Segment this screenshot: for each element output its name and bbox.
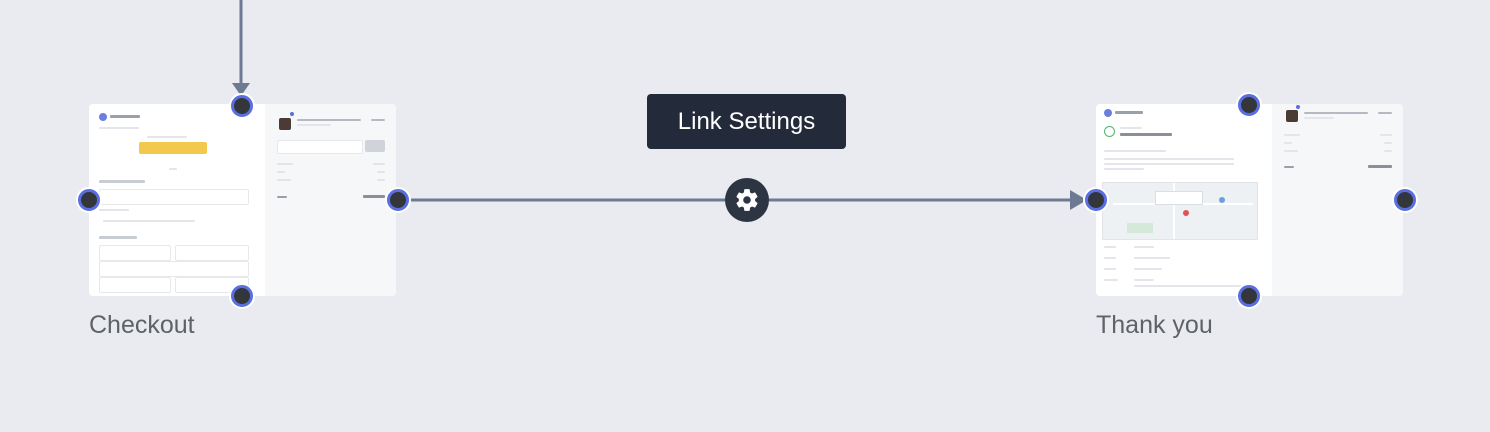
product-thumbnail xyxy=(1286,110,1298,122)
email-label xyxy=(1104,257,1116,259)
total-label xyxy=(1284,166,1294,168)
shipping-value xyxy=(377,179,385,181)
phone-label xyxy=(1104,268,1116,270)
phone-label xyxy=(99,209,129,211)
phone-value xyxy=(1134,268,1162,270)
gear-icon xyxy=(736,189,758,211)
name-label xyxy=(1104,246,1116,248)
product-title xyxy=(1304,112,1368,114)
thank-you-page-node[interactable] xyxy=(1096,104,1403,296)
coupon-field xyxy=(277,140,363,154)
map-preview xyxy=(1102,182,1258,240)
address-field xyxy=(99,261,249,277)
tax-value xyxy=(1384,142,1392,144)
apartment-field xyxy=(99,277,171,293)
checkout-handle-right[interactable] xyxy=(387,189,409,211)
success-check-icon xyxy=(1104,126,1115,137)
thank-you-heading xyxy=(1120,133,1172,136)
subtotal-label xyxy=(277,163,293,165)
checkout-handle-top[interactable] xyxy=(231,95,253,117)
product-variant xyxy=(1304,117,1334,119)
link-settings-tooltip: Link Settings xyxy=(647,94,846,149)
total-value xyxy=(363,195,385,198)
contact-heading xyxy=(99,180,145,183)
email-value xyxy=(1134,257,1170,259)
subtotal-label xyxy=(1284,134,1300,136)
logo-icon xyxy=(1104,109,1112,117)
product-price xyxy=(371,119,385,121)
subtotal-value xyxy=(373,163,385,165)
shipping-heading xyxy=(99,236,137,239)
product-thumbnail xyxy=(279,118,291,130)
confirmation-text-2 xyxy=(1104,163,1234,165)
logo-icon xyxy=(99,113,107,121)
apply-coupon-button xyxy=(365,140,385,152)
tax-value xyxy=(377,171,385,173)
map-tooltip xyxy=(1155,191,1203,205)
subtotal-value xyxy=(1380,134,1392,136)
thank-you-handle-top[interactable] xyxy=(1238,94,1260,116)
tax-label xyxy=(277,171,285,173)
link-settings-button[interactable] xyxy=(725,178,769,222)
order-summary-panel xyxy=(1272,104,1403,296)
or-divider xyxy=(169,168,177,170)
order-summary-panel xyxy=(265,104,396,296)
thank-you-node-label: Thank you xyxy=(1096,311,1213,339)
product-price xyxy=(1378,112,1392,114)
checkout-handle-bottom[interactable] xyxy=(231,285,253,307)
ship-to-label xyxy=(1104,279,1118,281)
name-value xyxy=(1134,246,1154,248)
total-value xyxy=(1368,165,1392,168)
ship-to-address xyxy=(1134,285,1244,287)
first-name-field xyxy=(99,245,171,261)
product-title xyxy=(297,119,361,121)
checkout-node-label: Checkout xyxy=(89,311,195,339)
breadcrumb xyxy=(99,127,139,129)
checkout-page-node[interactable] xyxy=(89,104,396,296)
order-number xyxy=(1120,127,1142,129)
shipping-label xyxy=(277,179,291,181)
shipping-label xyxy=(1284,150,1298,152)
thank-you-handle-right[interactable] xyxy=(1394,189,1416,211)
quantity-badge xyxy=(290,112,294,116)
product-variant xyxy=(297,124,331,126)
logo-text xyxy=(1115,111,1143,114)
confirmation-text-3 xyxy=(1104,168,1144,170)
express-checkout-heading xyxy=(147,136,187,138)
checkout-handle-left[interactable] xyxy=(78,189,100,211)
map-pin-icon xyxy=(1183,210,1189,216)
shipping-value xyxy=(1384,150,1392,152)
email-field xyxy=(99,189,249,205)
tax-label xyxy=(1284,142,1292,144)
total-label xyxy=(277,196,287,198)
confirmation-text-1 xyxy=(1104,158,1234,160)
offers-checkbox xyxy=(103,220,195,222)
thank-you-handle-left[interactable] xyxy=(1085,189,1107,211)
paypal-button xyxy=(139,142,207,154)
ship-to-name xyxy=(1134,279,1154,281)
logo-text xyxy=(110,115,140,118)
order-confirmed-line xyxy=(1104,150,1166,152)
last-name-field xyxy=(175,245,249,261)
quantity-badge xyxy=(1296,105,1300,109)
thank-you-handle-bottom[interactable] xyxy=(1238,285,1260,307)
